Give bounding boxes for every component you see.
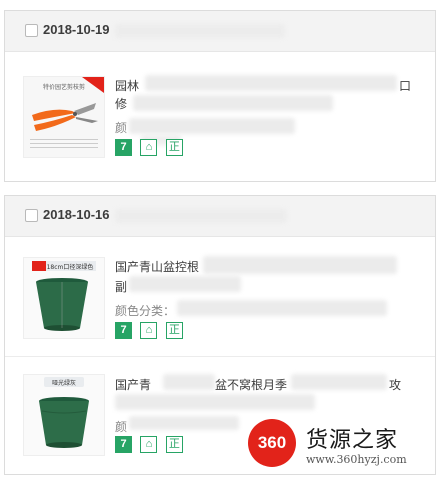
- genuine-badge[interactable]: 正: [165, 436, 183, 453]
- service-badges: 7 ⌂ 正: [115, 322, 187, 339]
- seven-day-return-badge[interactable]: 7: [115, 436, 132, 453]
- pruning-shears-icon: 特价园艺剪枝剪: [24, 77, 104, 157]
- product-row: 特价园艺剪枝剪 园林 口 修 颜 7 ⌂ 正: [5, 51, 435, 183]
- blurred-title-end: [291, 374, 387, 390]
- blurred-attr: [177, 300, 387, 316]
- product-attr: 颜: [115, 420, 128, 434]
- green-flower-pot-image[interactable]: 哑光绿灰: [23, 374, 105, 456]
- order-header: 2018-10-16: [5, 196, 435, 237]
- product-title-end: 攻: [389, 378, 402, 392]
- product-title[interactable]: 国产青山盆控根: [115, 258, 199, 275]
- service-badges: 7 ⌂ 正: [115, 139, 187, 156]
- site-url: www.360hyzj.com: [306, 453, 407, 466]
- blurred-title: [163, 374, 215, 390]
- watermark-logo: 360 货源之家 www.360hyzj.com: [244, 415, 438, 473]
- select-order-checkbox[interactable]: [25, 24, 38, 37]
- order-date: 2018-10-19: [43, 22, 110, 37]
- seven-day-return-badge[interactable]: 7: [115, 322, 132, 339]
- site-name: 货源之家: [306, 428, 399, 453]
- order-date: 2018-10-16: [43, 207, 110, 222]
- service-badges: 7 ⌂ 正: [115, 436, 187, 453]
- guarantee-badge[interactable]: ⌂: [140, 436, 158, 453]
- blurred-attr: [129, 118, 295, 134]
- product-attr: 颜色分类：: [115, 304, 176, 318]
- blurred-title: [145, 75, 397, 91]
- flower-pot-icon: 哑光绿灰: [24, 375, 104, 455]
- product-title-mid: 盆不窝根月季: [215, 378, 288, 392]
- product-title-line2: 副: [115, 280, 128, 294]
- select-order-checkbox[interactable]: [25, 209, 38, 222]
- blurred-title-line2: [115, 394, 315, 410]
- product-attr: 颜: [115, 121, 128, 135]
- order-card: 2018-10-19 特价园艺剪枝剪 园林 口 修 颜 7 ⌂ 正: [4, 10, 436, 182]
- guarantee-badge[interactable]: ⌂: [140, 322, 158, 339]
- product-title-line2: 修: [115, 97, 128, 111]
- blurred-attr: [129, 416, 239, 430]
- logo-360-text: 360: [257, 433, 287, 452]
- product-row: 18cm口径深绿色 国产青山盆控根 副 颜色分类： 7 ⌂ 正: [5, 236, 435, 356]
- order-header: 2018-10-19: [5, 11, 435, 52]
- product-title[interactable]: 园林: [115, 77, 139, 94]
- seven-day-return-badge[interactable]: 7: [115, 139, 132, 156]
- genuine-badge[interactable]: 正: [165, 322, 183, 339]
- pruning-shears-image[interactable]: 特价园艺剪枝剪: [23, 76, 105, 158]
- genuine-badge[interactable]: 正: [165, 139, 183, 156]
- thumb-caption: 特价园艺剪枝剪: [43, 83, 85, 91]
- thumb-caption: 18cm口径深绿色: [47, 263, 94, 271]
- green-flower-pot-image[interactable]: 18cm口径深绿色: [23, 257, 105, 339]
- blurred-title-line2: [129, 276, 241, 292]
- blurred-title: [203, 256, 397, 274]
- blurred-title-line2: [133, 95, 333, 111]
- product-title[interactable]: 国产青: [115, 376, 151, 393]
- blurred-order-info: [115, 24, 285, 38]
- blurred-order-info: [115, 209, 287, 223]
- product-title-text: 园林: [115, 79, 140, 93]
- guarantee-badge[interactable]: ⌂: [140, 139, 158, 156]
- flower-pot-icon: 18cm口径深绿色: [24, 258, 104, 338]
- product-title-end: 口: [399, 79, 412, 93]
- thumb-caption: 哑光绿灰: [52, 379, 76, 387]
